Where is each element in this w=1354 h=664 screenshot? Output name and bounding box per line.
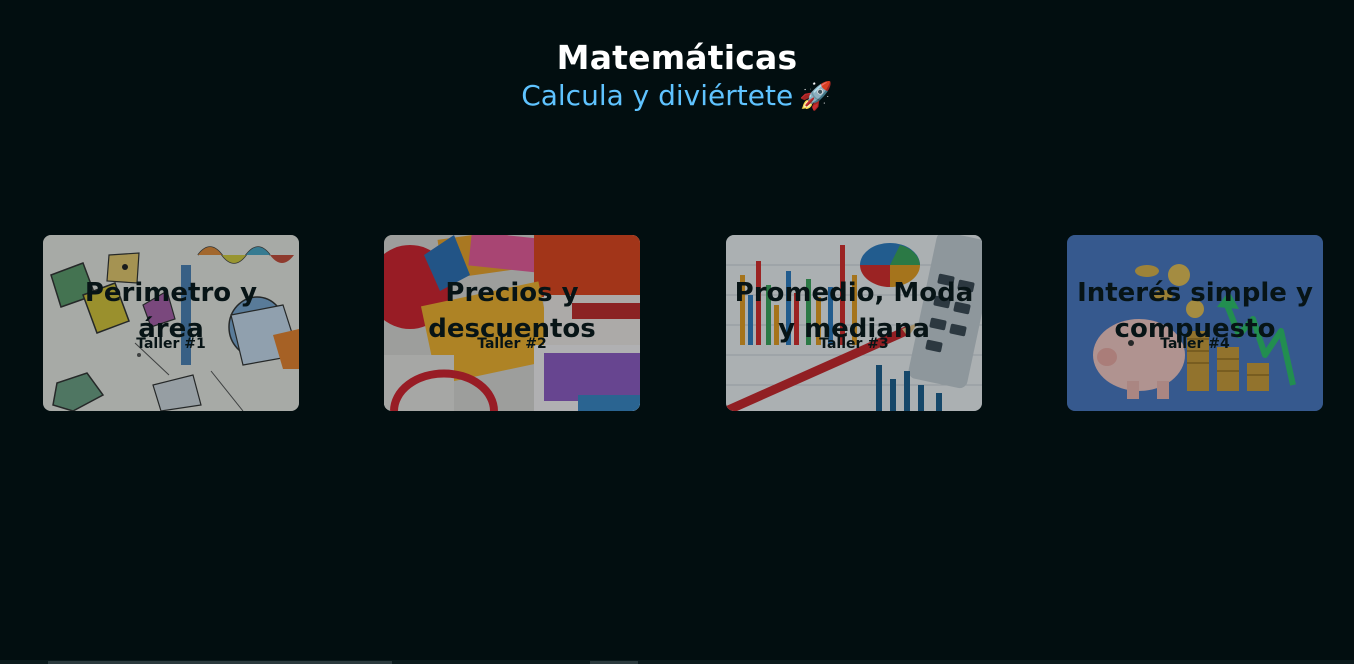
card-text: Precios y descuentos Taller #2 — [384, 275, 640, 353]
header: Matemáticas Calcula y diviértete 🚀 — [0, 38, 1354, 115]
card-text: Interés simple y compuesto Taller #4 — [1067, 275, 1323, 353]
page-subtitle: Calcula y diviértete 🚀 — [0, 78, 1354, 115]
card-subtitle: Taller #4 — [1160, 336, 1230, 352]
card-perimetro-area[interactable]: Perimetro y área Taller #1 — [43, 235, 299, 411]
card-promedio-moda-mediana[interactable]: Promedio, Moda y mediana Taller #3 — [726, 235, 982, 411]
card-subtitle: Taller #1 — [136, 336, 206, 352]
page: Matemáticas Calcula y diviértete 🚀 Perim… — [0, 0, 1354, 664]
card-text: Perimetro y área Taller #1 — [43, 275, 299, 353]
card-precios-descuentos[interactable]: Precios y descuentos Taller #2 — [384, 235, 640, 411]
card-text: Promedio, Moda y mediana Taller #3 — [726, 275, 982, 353]
card-interes-simple-compuesto[interactable]: Interés simple y compuesto Taller #4 — [1067, 235, 1323, 411]
card-subtitle: Taller #3 — [819, 336, 889, 352]
rocket-icon: 🚀 — [799, 81, 833, 112]
horizontal-scrollbar[interactable] — [0, 660, 1354, 664]
card-subtitle: Taller #2 — [477, 336, 547, 352]
workshop-cards: Perimetro y área Taller #1 Precios y des… — [43, 235, 1323, 411]
page-title: Matemáticas — [556, 38, 798, 77]
subtitle-text: Calcula y diviértete — [521, 79, 794, 112]
